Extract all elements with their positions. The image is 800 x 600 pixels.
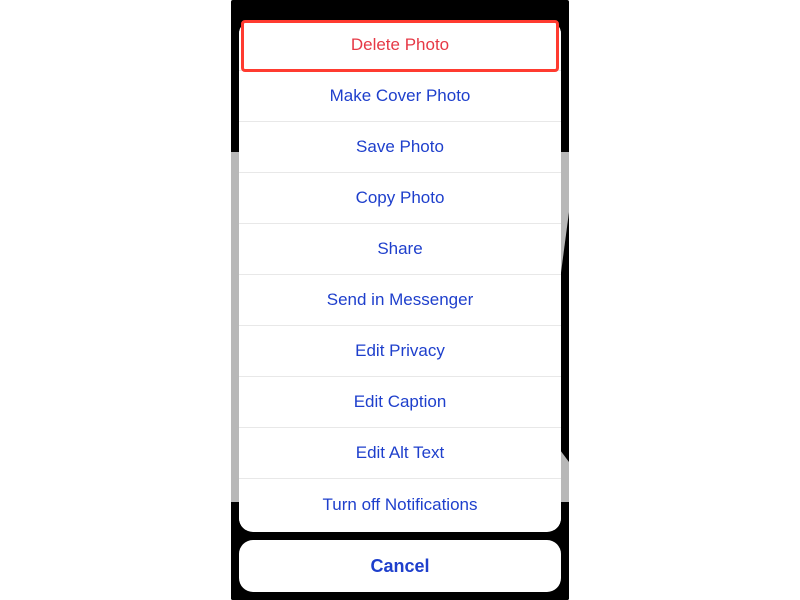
edit-alt-text-option[interactable]: Edit Alt Text	[239, 428, 561, 479]
edit-privacy-option[interactable]: Edit Privacy	[239, 326, 561, 377]
option-label: Edit Alt Text	[356, 443, 445, 463]
phone-frame: ✕ Delete PhotoMake Cover PhotoSave Photo…	[231, 0, 569, 600]
option-label: Delete Photo	[351, 35, 449, 55]
option-label: Send in Messenger	[327, 290, 473, 310]
cancel-button-label: Cancel	[370, 556, 429, 577]
action-sheet-options: Delete Photo Make Cover Photo Save Photo Co…	[239, 20, 561, 532]
turn-off-notifications-option[interactable]: Turn off Notifications	[239, 479, 561, 530]
edit-caption-option[interactable]: Edit Caption	[239, 377, 561, 428]
option-label: Save Photo	[356, 137, 444, 157]
option-label: Share	[377, 239, 422, 259]
option-label: Edit Caption	[354, 392, 447, 412]
cancel-button[interactable]: Cancel	[239, 540, 561, 592]
option-label: Make Cover Photo	[330, 86, 471, 106]
save-photo-option[interactable]: Save Photo	[239, 122, 561, 173]
option-label: Edit Privacy	[355, 341, 445, 361]
option-label: Copy Photo	[356, 188, 445, 208]
send-messenger-option[interactable]: Send in Messenger	[239, 275, 561, 326]
delete-photo-option[interactable]: Delete Photo	[239, 20, 561, 71]
share-option[interactable]: Share	[239, 224, 561, 275]
option-label: Turn off Notifications	[323, 495, 478, 515]
action-sheet: Delete Photo Make Cover Photo Save Photo Co…	[239, 20, 561, 592]
copy-photo-option[interactable]: Copy Photo	[239, 173, 561, 224]
make-cover-photo-option[interactable]: Make Cover Photo	[239, 71, 561, 122]
